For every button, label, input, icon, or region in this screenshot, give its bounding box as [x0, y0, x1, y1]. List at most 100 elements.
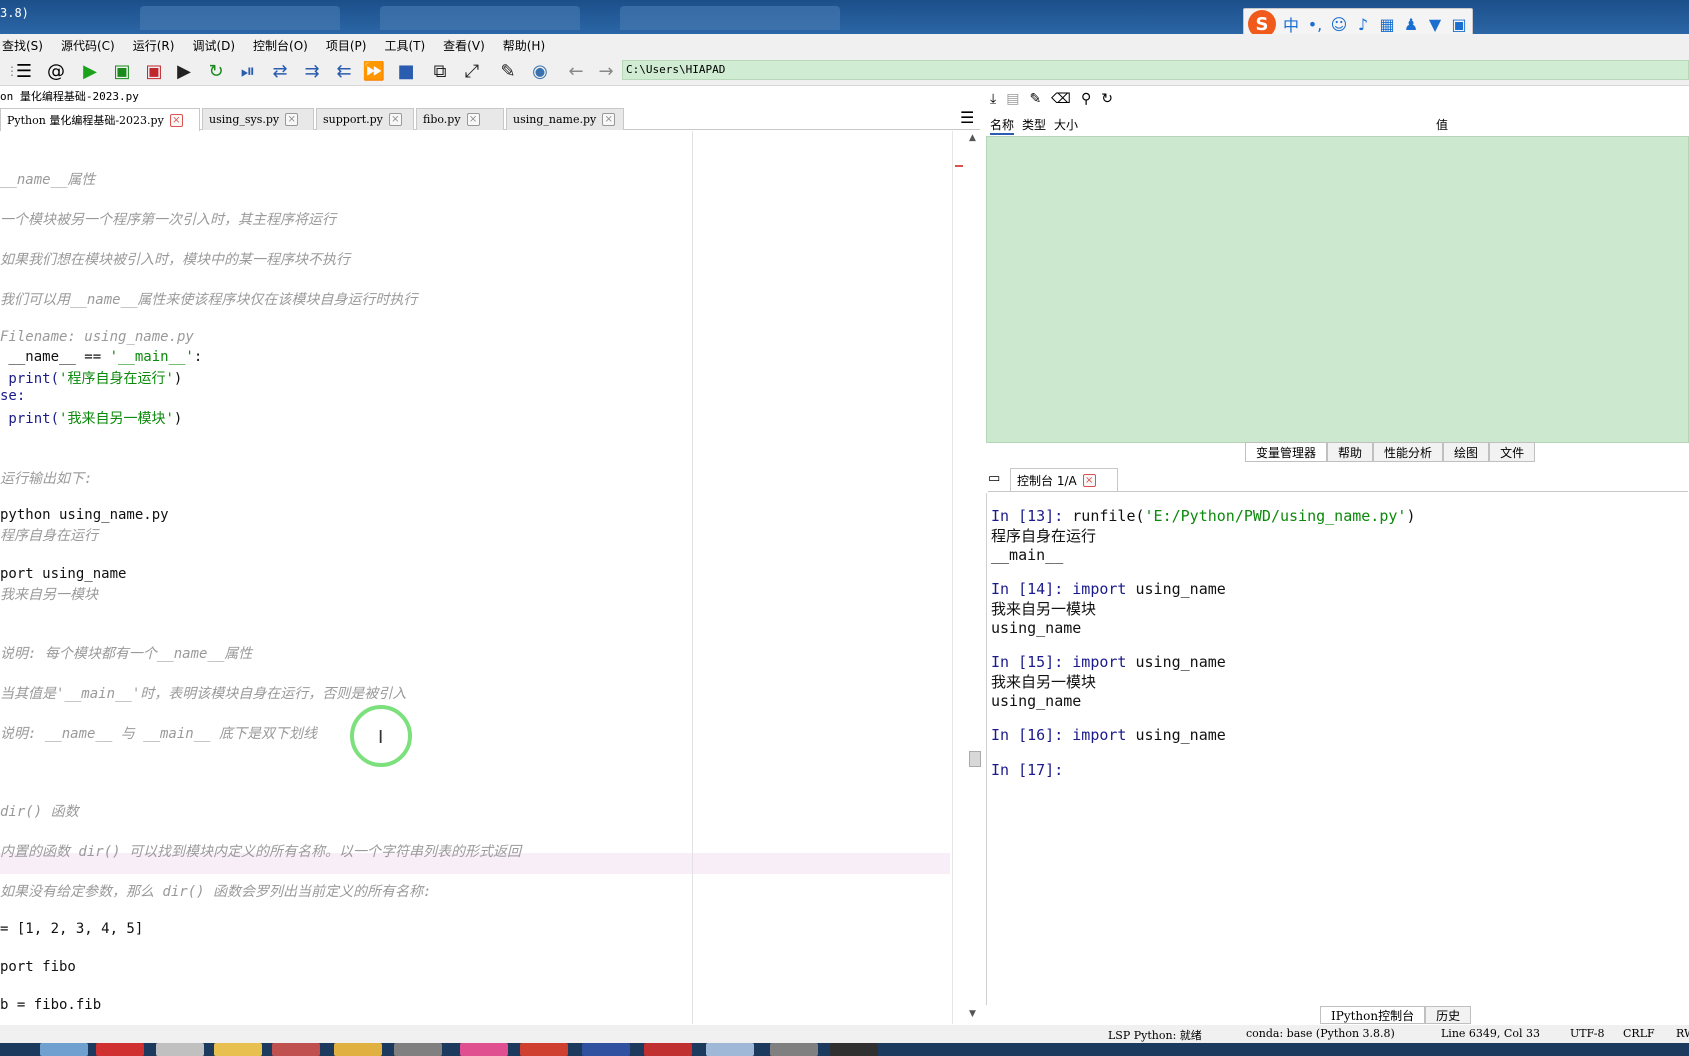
taskbar-app-icon[interactable]	[96, 1043, 144, 1056]
close-icon[interactable]: ×	[285, 113, 299, 126]
import-data-icon[interactable]: ⤓	[990, 91, 996, 107]
console-output-line: using_name	[991, 619, 1082, 637]
tab-variable-explorer[interactable]: 变量管理器	[1245, 442, 1328, 462]
taskbar-app-icon[interactable]	[520, 1043, 568, 1056]
tab-ipython-console[interactable]: IPython控制台	[1320, 1006, 1426, 1024]
continue-icon[interactable]: ⏩	[362, 60, 386, 82]
skin-icon[interactable]: ▼	[1426, 15, 1444, 34]
taskbar-app-icon[interactable]	[156, 1043, 204, 1056]
maximize-pane-icon[interactable]: ⧉	[428, 60, 452, 82]
step-icon[interactable]: ⇄	[268, 60, 292, 82]
run-selection-icon[interactable]: ▶	[172, 60, 196, 82]
ime-chinese-mode[interactable]: 中	[1282, 12, 1300, 36]
folder-icon[interactable]: ▭	[988, 471, 1000, 486]
editor-tab[interactable]: using_name.py ×	[506, 108, 624, 130]
editor-tab[interactable]: fibo.py ×	[416, 108, 504, 130]
run-cell-advance-icon[interactable]: ▣	[142, 60, 166, 82]
column-type[interactable]: 类型	[1022, 116, 1046, 133]
browser-tab[interactable]	[620, 6, 840, 30]
taskbar-app-icon[interactable]	[770, 1043, 818, 1056]
taskbar-app-icon[interactable]	[582, 1043, 630, 1056]
console-prompt[interactable]: In [17]:	[991, 761, 1072, 779]
menu-bar: 查找(S) 源代码(C) 运行(R) 调试(D) 控制台(O) 项目(P) 工具…	[0, 34, 1689, 56]
taskbar-app-icon[interactable]	[334, 1043, 382, 1056]
taskbar-app-icon[interactable]	[830, 1043, 878, 1056]
menu-source[interactable]: 源代码(C)	[59, 37, 123, 54]
column-size[interactable]: 大小	[1054, 116, 1078, 133]
scroll-marker	[955, 165, 963, 167]
user-icon[interactable]: ♟	[1402, 15, 1420, 34]
list-icon[interactable]: ☰	[12, 60, 36, 82]
microphone-icon[interactable]: ♪	[1354, 15, 1372, 34]
emoji-icon[interactable]: ☺	[1330, 15, 1348, 34]
python-icon[interactable]: ◉	[528, 60, 552, 82]
wrench-icon[interactable]: ✎	[496, 60, 520, 82]
fullscreen-icon[interactable]: ⤢	[460, 60, 484, 82]
menu-help[interactable]: 帮助(H)	[501, 37, 553, 54]
at-icon[interactable]: @	[44, 60, 68, 82]
apps-grid-icon[interactable]: ▣	[1450, 15, 1468, 34]
search-icon[interactable]: ⚲	[1081, 91, 1091, 107]
save-as-icon[interactable]: ✎	[1029, 91, 1041, 107]
console-input-line: In [14]: import using_name	[991, 580, 1226, 598]
save-data-icon[interactable]: ▤	[1006, 91, 1019, 107]
scroll-down-icon[interactable]: ▼	[969, 1009, 976, 1019]
close-icon[interactable]: ×	[466, 113, 480, 126]
keyboard-icon[interactable]: ▦	[1378, 15, 1396, 34]
menu-view[interactable]: 查看(V)	[441, 37, 493, 54]
variable-table[interactable]	[986, 136, 1689, 443]
browser-tab[interactable]	[380, 6, 580, 30]
run-icon[interactable]: ▶	[78, 60, 102, 82]
eraser-icon[interactable]: ⌫	[1051, 91, 1071, 107]
tab-files[interactable]: 文件	[1489, 442, 1536, 462]
forward-icon[interactable]: →	[594, 60, 618, 82]
menu-search[interactable]: 查找(S)	[0, 37, 51, 54]
step-return-icon[interactable]: ⇇	[332, 60, 356, 82]
column-value[interactable]: 值	[1436, 116, 1448, 133]
editor-tab-label: using_name.py	[513, 113, 597, 126]
taskbar-app-icon[interactable]	[40, 1043, 88, 1056]
back-icon[interactable]: ←	[564, 60, 588, 82]
tab-help[interactable]: 帮助	[1327, 442, 1374, 462]
stop-icon[interactable]: ■	[394, 60, 418, 82]
close-icon[interactable]: ×	[388, 113, 402, 126]
tab-plots[interactable]: 绘图	[1443, 442, 1490, 462]
tab-options-icon[interactable]: ☰	[960, 108, 974, 127]
debug-icon[interactable]: ⏯	[236, 60, 260, 82]
taskbar-app-icon[interactable]	[394, 1043, 442, 1056]
taskbar-app-icon[interactable]	[644, 1043, 692, 1056]
editor-tab[interactable]: support.py ×	[316, 108, 414, 130]
run-cell-icon[interactable]: ▣	[110, 60, 134, 82]
scrollbar-thumb[interactable]	[969, 751, 981, 767]
browser-tab[interactable]	[140, 6, 340, 30]
taskbar-app-icon[interactable]	[272, 1043, 320, 1056]
ime-punctuation[interactable]: •,	[1306, 15, 1324, 34]
taskbar-app-icon[interactable]	[214, 1043, 262, 1056]
menu-projects[interactable]: 项目(P)	[324, 37, 375, 54]
code-editor[interactable]: __name__属性 一个模块被另一个程序第一次引入时，其主程序将运行 如果我们…	[0, 131, 952, 1024]
editor-tab[interactable]: using_sys.py ×	[202, 108, 314, 130]
ipython-console[interactable]: In [13]: runfile('E:/Python/PWD/using_na…	[986, 493, 1689, 1005]
tab-profiler[interactable]: 性能分析	[1373, 442, 1444, 462]
step-into-icon[interactable]: ⇉	[300, 60, 324, 82]
refresh-icon[interactable]: ↻	[1101, 91, 1113, 107]
menu-debug[interactable]: 调试(D)	[190, 37, 243, 54]
menu-console[interactable]: 控制台(O)	[251, 37, 316, 54]
close-icon[interactable]: ×	[602, 113, 616, 126]
close-icon[interactable]: ×	[1082, 473, 1096, 487]
taskbar-app-icon[interactable]	[460, 1043, 508, 1056]
taskbar-app-icon[interactable]	[706, 1043, 754, 1056]
scroll-up-icon[interactable]: ▲	[969, 133, 976, 143]
tab-history[interactable]: 历史	[1425, 1006, 1472, 1024]
menu-tools[interactable]: 工具(T)	[382, 37, 433, 54]
conda-env-status: conda: base (Python 3.8.8)	[1246, 1027, 1395, 1040]
window-title: 3.8)	[0, 6, 29, 20]
menu-run[interactable]: 运行(R)	[131, 37, 183, 54]
rerun-icon[interactable]: ↻	[204, 60, 228, 82]
column-name[interactable]: 名称	[990, 116, 1015, 135]
console-tab[interactable]: 控制台 1/A ×	[1010, 468, 1118, 491]
editor-scrollbar[interactable]: ▲ ▼	[952, 131, 982, 1024]
working-directory-input[interactable]: C:\Users\HIAPAD	[622, 60, 1689, 80]
close-icon[interactable]: ×	[169, 113, 183, 127]
editor-tab[interactable]: Python 量化编程基础-2023.py ×	[0, 108, 200, 131]
